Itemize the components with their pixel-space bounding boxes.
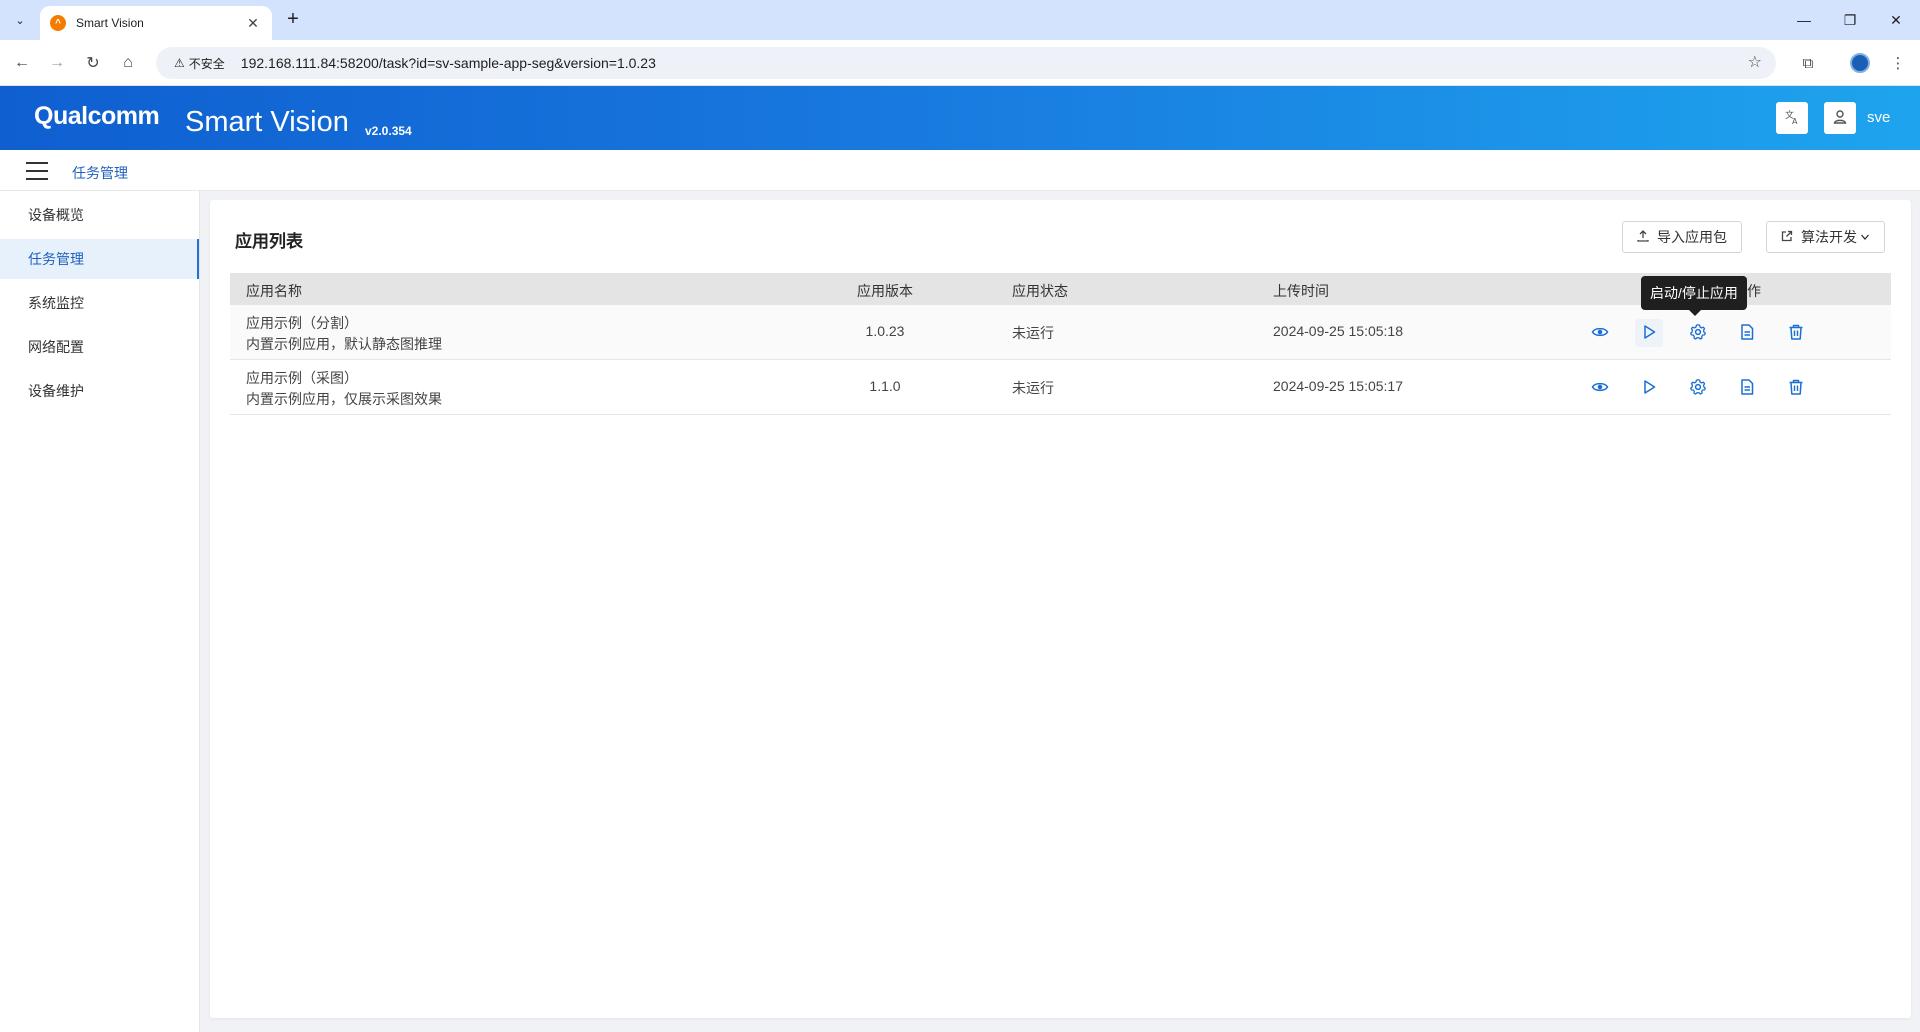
sidebar-item-label: 系统监控 [28, 295, 84, 311]
play-icon [1640, 323, 1658, 344]
app-title: Smart Vision [185, 106, 349, 138]
browser-toolbar: ← → ↻ ⌂ ⚠ 不安全 192.168.111.84:58200/task?… [0, 40, 1920, 86]
sidebar-item-device-overview[interactable]: 设备概览 [0, 195, 199, 235]
user-icon [1832, 109, 1848, 128]
sidebar-item-network-config[interactable]: 网络配置 [0, 327, 199, 367]
log-button[interactable] [1733, 374, 1761, 402]
qualcomm-logo: Qualcomm [34, 102, 160, 130]
app-version: v2.0.354 [365, 124, 412, 138]
app-version-value: 1.1.0 [869, 378, 901, 394]
new-tab-icon[interactable]: + [282, 9, 304, 31]
security-chip[interactable]: ⚠ 不安全 [166, 51, 233, 76]
import-app-button[interactable]: 导入应用包 [1622, 221, 1742, 253]
gear-icon [1689, 378, 1707, 399]
settings-button[interactable] [1684, 319, 1712, 347]
start-stop-button[interactable] [1635, 319, 1663, 347]
window-close-icon[interactable]: ✕ [1874, 6, 1918, 34]
sidebar-item-label: 设备概览 [28, 207, 84, 223]
sidebar-item-label: 任务管理 [28, 251, 84, 267]
tooltip-arrow [1689, 310, 1701, 316]
app-name-cell: 应用示例（采图） 内置示例应用，仅展示采图效果 [246, 368, 442, 410]
reload-icon[interactable]: ↻ [79, 49, 107, 77]
back-icon[interactable]: ← [8, 49, 36, 77]
sidebar-item-label: 网络配置 [28, 339, 84, 355]
external-link-icon [1781, 230, 1793, 245]
language-button[interactable]: 文A [1776, 102, 1808, 134]
col-app-name: 应用名称 [246, 283, 302, 299]
browser-menu-icon[interactable]: ⋮ [1884, 49, 1912, 77]
app-description: 内置示例应用，默认静态图推理 [246, 336, 442, 352]
app-list-card: 应用列表 导入应用包 算法开发 应用名称 应用版本 应用状态 上传时间 作 应用… [210, 200, 1911, 1018]
start-stop-button[interactable] [1635, 374, 1663, 402]
app-status-value: 未运行 [1012, 380, 1054, 396]
sidebar-item-label: 设备维护 [28, 383, 84, 399]
app-name-cell: 应用示例（分割） 内置示例应用，默认静态图推理 [246, 313, 442, 355]
address-bar[interactable]: ⚠ 不安全 192.168.111.84:58200/task?id=sv-sa… [156, 47, 1776, 79]
bookmark-star-icon[interactable]: ☆ [1748, 52, 1762, 72]
app-name: 应用示例（采图） [246, 370, 358, 386]
trash-icon [1787, 378, 1805, 399]
sidebar-item-task-management[interactable]: 任务管理 [0, 239, 199, 279]
profile-avatar[interactable] [1846, 49, 1874, 77]
extensions-icon[interactable]: ⧉ [1794, 49, 1822, 77]
import-app-label: 导入应用包 [1657, 229, 1727, 245]
favicon-icon: ^ [50, 15, 66, 31]
warning-icon: ⚠ [174, 56, 185, 70]
table-row[interactable]: 应用示例（采图） 内置示例应用，仅展示采图效果 1.1.0 未运行 2024-0… [230, 360, 1891, 415]
sidebar-item-device-maintenance[interactable]: 设备维护 [0, 371, 199, 411]
browser-tabstrip: ⌄ ^ Smart Vision ✕ + — ❐ ✕ [0, 0, 1920, 40]
forward-icon[interactable]: → [43, 49, 71, 77]
col-app-version: 应用版本 [857, 283, 913, 299]
upload-icon [1637, 229, 1649, 245]
col-app-status: 应用状态 [1012, 283, 1068, 299]
view-button[interactable] [1586, 319, 1614, 347]
document-icon [1738, 323, 1756, 344]
home-icon[interactable]: ⌂ [114, 49, 142, 77]
username[interactable]: sve [1867, 109, 1890, 126]
play-icon [1640, 378, 1658, 399]
app-status-value: 未运行 [1012, 325, 1054, 341]
translate-icon: 文A [1784, 109, 1800, 128]
upload-time-value: 2024-09-25 15:05:18 [1273, 323, 1403, 339]
log-button[interactable] [1733, 319, 1761, 347]
document-icon [1738, 378, 1756, 399]
eye-icon [1591, 378, 1609, 399]
page-title: 应用列表 [235, 232, 303, 251]
breadcrumb: 任务管理 [0, 150, 1920, 191]
settings-button[interactable] [1684, 374, 1712, 402]
table-row[interactable]: 应用示例（分割） 内置示例应用，默认静态图推理 1.0.23 未运行 2024-… [230, 305, 1891, 360]
url-text[interactable]: 192.168.111.84:58200/task?id=sv-sample-a… [241, 55, 656, 71]
view-button[interactable] [1586, 374, 1614, 402]
gear-icon [1689, 323, 1707, 344]
start-stop-tooltip: 启动/停止应用 [1641, 276, 1747, 310]
app-description: 内置示例应用，仅展示采图效果 [246, 391, 442, 407]
security-label: 不安全 [188, 56, 225, 71]
minimize-icon[interactable]: — [1782, 6, 1826, 34]
user-button[interactable] [1824, 102, 1856, 134]
sidebar-item-system-monitor[interactable]: 系统监控 [0, 283, 199, 323]
app-name: 应用示例（分割） [246, 315, 358, 331]
algorithm-dev-button[interactable]: 算法开发 [1766, 221, 1885, 253]
app-header: Qualcomm Smart Vision v2.0.354 文A sve [0, 86, 1920, 150]
restore-icon[interactable]: ❐ [1828, 6, 1872, 34]
trash-icon [1787, 323, 1805, 344]
delete-button[interactable] [1782, 319, 1810, 347]
col-upload-time: 上传时间 [1273, 283, 1329, 299]
sidebar: 设备概览 任务管理 系统监控 网络配置 设备维护 [0, 191, 200, 1032]
svg-text:A: A [1792, 117, 1798, 125]
tab-search-icon[interactable]: ⌄ [8, 8, 32, 32]
breadcrumb-current[interactable]: 任务管理 [72, 163, 128, 183]
chevron-down-icon [1860, 229, 1870, 245]
app-version-value: 1.0.23 [865, 323, 905, 339]
upload-time-value: 2024-09-25 15:05:17 [1273, 378, 1403, 394]
algorithm-dev-label: 算法开发 [1801, 229, 1857, 245]
browser-tab[interactable]: ^ Smart Vision ✕ [40, 6, 272, 40]
delete-button[interactable] [1782, 374, 1810, 402]
menu-toggle-icon[interactable] [26, 162, 48, 180]
tab-title: Smart Vision [76, 16, 144, 30]
tab-close-icon[interactable]: ✕ [244, 15, 262, 32]
col-actions: 作 [1747, 283, 1761, 299]
eye-icon [1591, 323, 1609, 344]
